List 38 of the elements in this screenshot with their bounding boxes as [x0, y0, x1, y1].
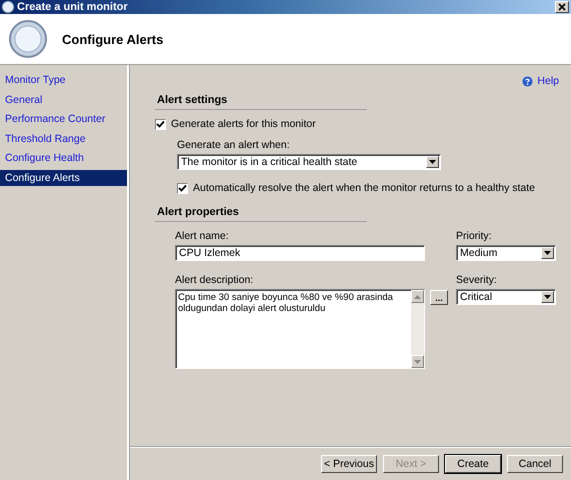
wizard-button[interactable]: Cancel [507, 454, 563, 472]
sidebar-item[interactable]: Threshold Range [0, 130, 127, 147]
field-label: Alert name: [175, 230, 230, 242]
up-arrow-icon [414, 294, 421, 298]
sidebar-item[interactable]: General [0, 92, 127, 108]
alert-name-field[interactable]: CPU Izlemek [175, 245, 425, 261]
field-label: Priority: [456, 230, 493, 242]
section-heading: Alert settings [155, 94, 367, 110]
ellipsis-button[interactable]: ... [430, 290, 448, 305]
app-icon [2, 1, 14, 13]
ring-icon [8, 19, 48, 59]
field-label: Severity: [456, 274, 498, 286]
scroll-down-button[interactable] [411, 355, 424, 368]
severity-dropdown[interactable]: Critical [456, 289, 556, 305]
sidebar-item[interactable]: Configure Alerts [0, 170, 127, 186]
sidebar-item[interactable]: Configure Health [0, 150, 127, 166]
wizard-button[interactable]: < Previous [321, 454, 377, 472]
scroll-up-button[interactable] [411, 290, 424, 303]
checkbox[interactable] [155, 118, 166, 130]
section-heading: Alert properties [155, 206, 367, 222]
alert-description-field[interactable]: Cpu time 30 saniye boyunca %80 ve %90 arasinda oldugundan dolayi alert olusturuldu [175, 289, 425, 369]
dropdown[interactable]: The monitor is in a critical health state [177, 154, 441, 170]
close-button[interactable] [555, 1, 569, 13]
field-label: Alert description: [175, 274, 254, 286]
help-icon [522, 76, 534, 86]
priority-dropdown[interactable]: Medium [456, 245, 556, 261]
field-label: Generate an alert when: [177, 139, 291, 151]
checkbox-label: Generate alerts for this monitor [171, 118, 316, 130]
sidebar-item[interactable]: Monitor Type [0, 72, 127, 88]
help-link[interactable]: Help [522, 75, 559, 87]
checkbox-label: Automatically resolve the alert when the monitor returns to a healthy state [193, 182, 536, 194]
scrollbar[interactable] [411, 290, 424, 368]
checkbox[interactable] [177, 182, 188, 194]
wizard-button[interactable]: Create [445, 454, 501, 472]
down-arrow-icon [414, 360, 421, 364]
sidebar-item[interactable]: Performance Counter [0, 111, 127, 128]
window-title: Create a unit monitor [17, 1, 129, 13]
page-title: Configure Alerts [62, 32, 164, 46]
